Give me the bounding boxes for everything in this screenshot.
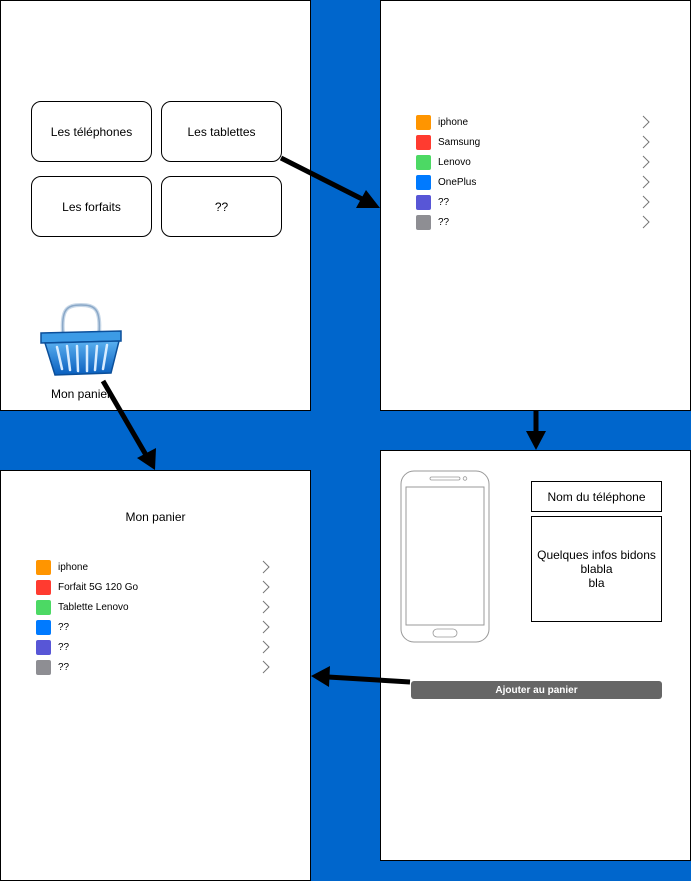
- list-item[interactable]: ??: [36, 617, 273, 637]
- list-item[interactable]: Lenovo: [416, 152, 653, 172]
- chevron-right-icon: [262, 640, 270, 654]
- tile-unknown[interactable]: ??: [161, 176, 282, 237]
- list-item[interactable]: Tablette Lenovo: [36, 597, 273, 617]
- list-item[interactable]: ??: [36, 637, 273, 657]
- add-to-cart-button[interactable]: Ajouter au panier: [411, 681, 662, 699]
- color-swatch: [36, 599, 51, 615]
- chevron-right-icon: [642, 115, 650, 129]
- info-line: blabla: [580, 562, 613, 576]
- cart-list: iphone Forfait 5G 120 Go Tablette Lenovo…: [36, 557, 273, 677]
- chevron-right-icon: [262, 560, 270, 574]
- chevron-right-icon: [262, 620, 270, 634]
- list-item[interactable]: Forfait 5G 120 Go: [36, 577, 273, 597]
- info-line: Quelques infos bidons: [537, 548, 656, 562]
- list-item-label: Samsung: [438, 136, 481, 148]
- chevron-right-icon: [642, 195, 650, 209]
- list-item-label: ??: [438, 196, 450, 208]
- cart-screen: Mon panier iphone Forfait 5G 120 Go Tabl…: [0, 470, 311, 881]
- chevron-right-icon: [642, 215, 650, 229]
- home-screen: Les téléphones Les tablettes Les forfait…: [0, 0, 311, 411]
- chevron-right-icon: [642, 135, 650, 149]
- basket-icon[interactable]: [37, 301, 127, 379]
- color-swatch: [36, 619, 51, 635]
- list-item-label: Tablette Lenovo: [58, 601, 129, 613]
- color-swatch: [416, 174, 431, 190]
- list-item[interactable]: ??: [416, 192, 653, 212]
- chevron-right-icon: [642, 155, 650, 169]
- list-item[interactable]: Samsung: [416, 132, 653, 152]
- phone-info-box: Quelques infos bidons blabla bla: [531, 516, 662, 622]
- list-item-label: ??: [58, 621, 70, 633]
- color-swatch: [36, 659, 51, 675]
- list-item-label: ??: [58, 661, 70, 673]
- color-swatch: [36, 579, 51, 595]
- list-item-label: iphone: [58, 561, 89, 573]
- tile-tablets[interactable]: Les tablettes: [161, 101, 282, 162]
- chevron-right-icon: [262, 600, 270, 614]
- arrow-brands-to-detail: [526, 411, 546, 450]
- color-swatch: [36, 559, 51, 575]
- tile-phones[interactable]: Les téléphones: [31, 101, 152, 162]
- list-item-label: Forfait 5G 120 Go: [58, 581, 139, 593]
- color-swatch: [416, 154, 431, 170]
- brand-list: iphone Samsung Lenovo OnePlus ?? ??: [416, 112, 653, 232]
- color-swatch: [416, 194, 431, 210]
- list-item-label: ??: [58, 641, 70, 653]
- chevron-right-icon: [642, 175, 650, 189]
- phone-name-box: Nom du téléphone: [531, 481, 662, 512]
- color-swatch: [36, 639, 51, 655]
- basket-label[interactable]: Mon panier: [51, 387, 111, 401]
- cart-title: Mon panier: [125, 510, 186, 524]
- chevron-right-icon: [262, 660, 270, 674]
- tile-plans[interactable]: Les forfaits: [31, 176, 152, 237]
- chevron-right-icon: [262, 580, 270, 594]
- brand-list-screen: iphone Samsung Lenovo OnePlus ?? ??: [380, 0, 691, 411]
- list-item[interactable]: ??: [36, 657, 273, 677]
- phone-mockup: [400, 470, 490, 643]
- list-item[interactable]: ??: [416, 212, 653, 232]
- color-swatch: [416, 214, 431, 230]
- phone-detail-screen: Nom du téléphone Quelques infos bidons b…: [380, 450, 691, 861]
- info-line: bla: [588, 576, 605, 590]
- list-item-label: OnePlus: [438, 176, 477, 188]
- list-item[interactable]: OnePlus: [416, 172, 653, 192]
- list-item[interactable]: iphone: [416, 112, 653, 132]
- list-item-label: iphone: [438, 116, 469, 128]
- list-item[interactable]: iphone: [36, 557, 273, 577]
- list-item-label: ??: [438, 216, 450, 228]
- color-swatch: [416, 134, 431, 150]
- list-item-label: Lenovo: [438, 156, 471, 168]
- color-swatch: [416, 114, 431, 130]
